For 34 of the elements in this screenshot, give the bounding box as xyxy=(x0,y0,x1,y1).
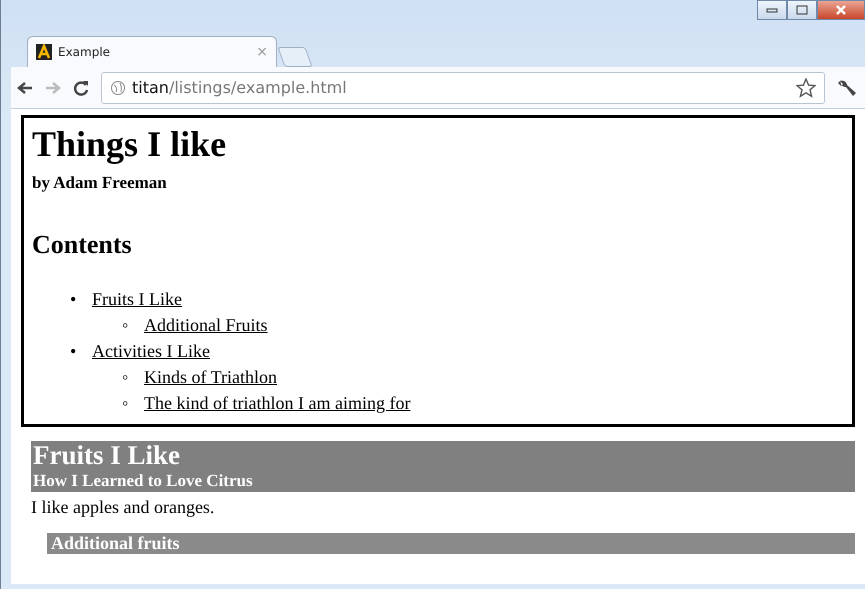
paragraph: I like apples and oranges. xyxy=(31,496,216,519)
section-heading: Fruits I Like xyxy=(33,441,182,470)
section-subheading: How I Learned to Love Citrus xyxy=(33,470,254,492)
star-icon[interactable] xyxy=(796,78,816,98)
contents-link[interactable]: Additional Fruits xyxy=(144,315,268,336)
url-path: /listings/example.html xyxy=(168,78,347,96)
contents-link[interactable]: Fruits I Like xyxy=(92,289,182,310)
reload-icon[interactable] xyxy=(73,80,89,96)
favicon-icon xyxy=(36,44,52,60)
byline: by Adam Freeman xyxy=(32,172,168,194)
contents-link[interactable]: Activities I Like xyxy=(92,341,210,362)
url-host: titan xyxy=(132,78,169,96)
address-bar[interactable]: titan/listings/example.html xyxy=(101,72,825,104)
maximize-button[interactable] xyxy=(787,0,817,20)
page-title: Things I like xyxy=(32,126,228,164)
globe-icon xyxy=(110,80,126,96)
close-icon xyxy=(835,5,847,15)
minimize-icon xyxy=(766,7,778,13)
wrench-icon[interactable] xyxy=(837,78,857,98)
browser-tab[interactable]: Example × xyxy=(27,36,277,67)
contents-link[interactable]: Kinds of Triathlon xyxy=(144,367,278,388)
bullet-marker: ◦ xyxy=(122,314,130,338)
contents-link[interactable]: The kind of triathlon I am aiming for xyxy=(144,393,410,414)
bullet-marker: ◦ xyxy=(122,392,130,416)
contents-heading: Contents xyxy=(32,229,133,262)
bullet-marker: ◦ xyxy=(122,366,130,390)
close-button[interactable] xyxy=(817,0,865,20)
maximize-icon xyxy=(796,5,808,15)
bullet-marker: • xyxy=(70,340,78,364)
tab-title: Example xyxy=(58,44,112,61)
minimize-button[interactable] xyxy=(757,0,787,20)
bullet-marker: • xyxy=(70,288,78,312)
subsection-heading: Additional fruits xyxy=(47,532,855,554)
back-icon[interactable] xyxy=(17,80,33,94)
